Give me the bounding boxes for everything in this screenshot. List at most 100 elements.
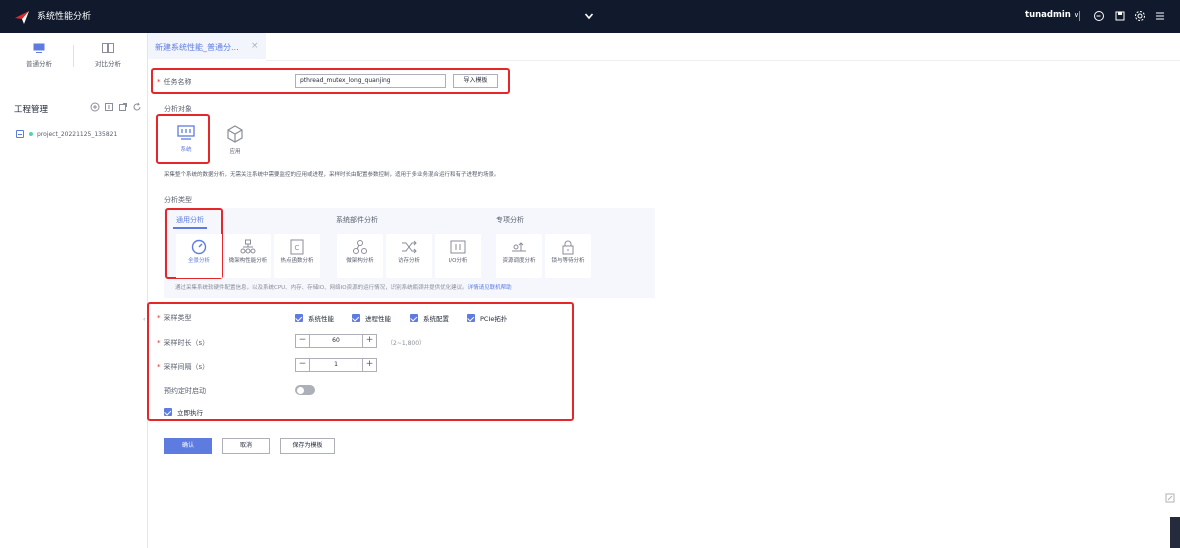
- import-icon[interactable]: [104, 102, 114, 112]
- node-icon: [353, 240, 367, 254]
- online-help-link[interactable]: 详情请见联机帮助: [468, 285, 512, 291]
- type-card-resource-scheduling[interactable]: 资源调度分析: [496, 234, 542, 278]
- compare-icon: [102, 43, 114, 53]
- type-card-label: 微架构性能分析: [228, 258, 268, 264]
- checkbox-icon: [295, 314, 303, 322]
- analysis-object-title: 分析对象: [164, 105, 192, 113]
- object-label: 系统: [180, 147, 192, 153]
- type-card-memory-access[interactable]: 访存分析: [386, 234, 432, 278]
- type-card-panorama[interactable]: 全景分析: [176, 234, 222, 278]
- add-icon[interactable]: [90, 102, 100, 112]
- type-card-label: 全景分析: [187, 258, 210, 264]
- sidebar-tab-label: 普通分析: [26, 60, 52, 68]
- sidebar-collapse-handle[interactable]: ‹: [143, 316, 145, 323]
- chevron-down-icon[interactable]: [584, 11, 594, 21]
- type-card-label: 锁与等待分析: [551, 258, 585, 264]
- sidebar: 普通分析 对比分析 工程管理 project_20221125_135821 ‹: [0, 33, 148, 548]
- import-template-button[interactable]: 导入模板: [453, 74, 498, 88]
- logout-icon[interactable]: [1093, 10, 1105, 22]
- settings-icon[interactable]: [1134, 10, 1146, 22]
- checkbox-system-config[interactable]: 系统配置: [410, 313, 449, 323]
- checkbox-process-performance[interactable]: 进程性能: [352, 313, 391, 323]
- sidebar-tab-label: 对比分析: [95, 60, 121, 68]
- increment-button[interactable]: +: [362, 335, 376, 347]
- object-system-card[interactable]: 系统: [166, 118, 206, 162]
- type-card-microarch[interactable]: 微架构分析: [337, 234, 383, 278]
- export-icon[interactable]: [118, 102, 128, 112]
- logo-icon: [15, 11, 29, 24]
- task-name-input[interactable]: pthread_mutex_long_quanjing: [295, 74, 446, 88]
- monitor-icon: [33, 43, 45, 53]
- close-icon[interactable]: ×: [251, 41, 259, 51]
- user-menu[interactable]: tunadmin ∨: [1025, 10, 1079, 20]
- scheduled-start-toggle[interactable]: [295, 385, 315, 395]
- sidebar-tab-compare-analysis[interactable]: 对比分析: [78, 43, 138, 68]
- type-card-label: 资源调度分析: [502, 258, 536, 264]
- svg-text:C: C: [295, 244, 300, 252]
- duration-label: * 采样时长（s）: [157, 339, 210, 347]
- type-tab-system-component[interactable]: 系统部件分析: [336, 215, 378, 225]
- type-tab-special[interactable]: 专项分析: [496, 215, 524, 225]
- type-card-microarch-perf[interactable]: 微架构性能分析: [225, 234, 271, 278]
- analysis-object-description: 采集整个系统的数据分析，无需关注系统中需要监控的应用或进程，采样时长由配置参数控…: [164, 172, 500, 178]
- type-card-label: 热点函数分析: [280, 258, 314, 264]
- type-card-label: I/O分析: [448, 258, 468, 264]
- confirm-button[interactable]: 确认: [164, 438, 212, 454]
- checkbox-system-performance[interactable]: 系统性能: [295, 313, 334, 323]
- project-name: project_20221125_135821: [37, 130, 118, 138]
- object-application-card[interactable]: 应用: [215, 118, 255, 162]
- refresh-icon[interactable]: [132, 102, 142, 112]
- divider: [73, 45, 74, 67]
- menu-icon[interactable]: [1154, 10, 1166, 22]
- checkbox-icon: [164, 408, 172, 416]
- lock-icon: [562, 240, 574, 255]
- sidebar-tab-normal-analysis[interactable]: 普通分析: [9, 43, 69, 68]
- increment-button[interactable]: +: [362, 359, 376, 371]
- shuffle-icon: [402, 240, 417, 254]
- scheduled-start-label: 预约定时启动: [164, 387, 206, 395]
- checkbox-icon: [410, 314, 418, 322]
- status-dot: [29, 132, 33, 136]
- schedule-icon: [512, 242, 526, 252]
- checkbox-icon: [352, 314, 360, 322]
- checkbox-run-immediately[interactable]: 立即执行: [164, 407, 203, 417]
- tab-label: 新建系统性能_普通分...: [155, 43, 239, 52]
- topology-icon: [240, 239, 256, 254]
- app-title: 系统性能分析: [37, 12, 92, 22]
- tab-new-analysis[interactable]: 新建系统性能_普通分... ×: [148, 33, 266, 61]
- divider: [1079, 11, 1080, 21]
- io-icon: [450, 240, 466, 254]
- duration-stepper[interactable]: − 60 +: [295, 334, 377, 348]
- monitor-icon: [177, 125, 195, 140]
- floating-toolbar[interactable]: [1170, 517, 1180, 548]
- edit-icon[interactable]: [1165, 493, 1175, 503]
- task-name-label: * 任务名称: [157, 78, 192, 86]
- object-label: 应用: [229, 149, 241, 155]
- checkbox-pcie-topology[interactable]: PCIe拓扑: [467, 313, 507, 323]
- cancel-button[interactable]: 取消: [222, 438, 270, 454]
- code-icon: C: [290, 239, 304, 255]
- save-icon[interactable]: [1114, 10, 1126, 22]
- save-as-template-button[interactable]: 保存为模板: [280, 438, 335, 454]
- gauge-icon: [191, 239, 207, 255]
- type-card-lock-wait[interactable]: 锁与等待分析: [545, 234, 591, 278]
- duration-value[interactable]: 60: [310, 335, 362, 347]
- type-card-hotspot-function[interactable]: C 热点函数分析: [274, 234, 320, 278]
- interval-stepper[interactable]: − 1 +: [295, 358, 377, 372]
- checkbox-icon: [467, 314, 475, 322]
- type-card-label: 访存分析: [397, 258, 420, 264]
- type-card-label: 微架构分析: [346, 258, 374, 264]
- analysis-type-title: 分析类型: [164, 196, 192, 204]
- tab-bar: 新建系统性能_普通分... ×: [148, 33, 1180, 61]
- project-actions: [90, 102, 142, 112]
- project-tree-item[interactable]: project_20221125_135821: [16, 130, 117, 138]
- interval-label: * 采样间隔（s）: [157, 363, 210, 371]
- decrement-button[interactable]: −: [296, 359, 310, 371]
- project-management-title: 工程管理: [14, 105, 49, 115]
- decrement-button[interactable]: −: [296, 335, 310, 347]
- top-bar: 系统性能分析 tunadmin ∨: [0, 0, 1180, 33]
- interval-value[interactable]: 1: [310, 359, 362, 371]
- type-card-io[interactable]: I/O分析: [435, 234, 481, 278]
- collapse-icon[interactable]: [16, 130, 24, 138]
- sample-type-label: * 采样类型: [157, 314, 192, 322]
